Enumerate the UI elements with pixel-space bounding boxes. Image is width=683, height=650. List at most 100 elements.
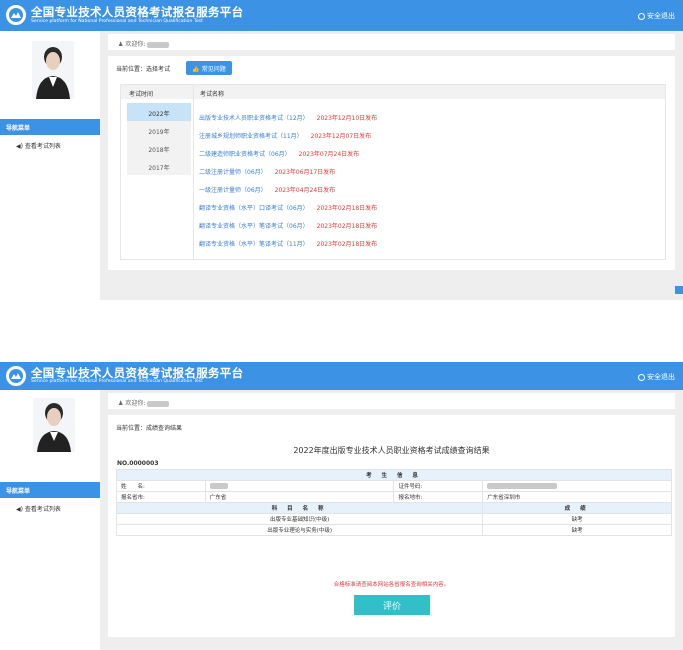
exam-name: 翻译专业资格（水平）口译考试（06月） [199,205,309,212]
exam-link[interactable]: 二级注册计量师（06月） 2023年06月17日发布 [199,167,335,176]
exam-link[interactable]: 一级注册计量师（06月） 2023年04月24日发布 [199,185,335,194]
faq-button[interactable]: 👍 常见问题 [186,61,232,75]
sidebar: 导航菜单 ◀) 查看考试列表 [0,31,100,300]
id-label: 证件号码: [393,480,484,492]
year-tab-2019[interactable]: 2019年 [127,121,191,139]
platform-logo-icon [6,5,26,25]
blurred-username [147,41,170,48]
sidebar-item-exam-list[interactable]: ◀) 查看考试列表 [16,141,61,150]
document-number: NO.0000003 [117,460,159,467]
exam-date: 2023年12月07日发布 [310,133,372,140]
exam-date: 2023年06月17日发布 [274,169,336,176]
exam-name: 翻译专业资格（水平）笔译考试（11月） [199,241,309,248]
user-icon: ♟ [118,400,124,407]
logout-label: 安全退出 [647,12,675,20]
sidebar-item-label: 查看考试列表 [24,143,61,150]
exam-date: 2023年04月24日发布 [274,187,336,194]
exam-list-screen: 全国专业技术人员资格考试报名服务平台 Service platform for … [0,0,683,300]
qualification-notice: 合格标准请查阅本网站各省报名查询相关内容。 [333,582,450,588]
user-icon: ♟ [118,41,124,48]
city-value: 广东省深圳市 [482,491,672,503]
subject-name: 出版专业基础知识(中级) [115,513,484,525]
app-subtitle: Service platform for National Profession… [31,19,203,24]
year-tab-2017[interactable]: 2017年 [127,157,191,175]
exam-date: 2023年02月18日发布 [316,241,378,248]
sidebar-item-exam-list[interactable]: ◀) 查看考试列表 [16,504,61,513]
nav-menu-header: 导航菜单 [0,482,100,498]
subject-header: 科 目 名 称 [115,502,484,514]
subject-score: 缺考 [482,513,672,525]
blurred-username [147,400,170,407]
avatar [33,398,75,452]
exam-name: 一级注册计量师（06月） [199,187,267,194]
top-bar: 全国专业技术人员资格考试报名服务平台 Service platform for … [0,362,683,390]
blurred-name [209,482,228,489]
avatar [32,41,74,99]
speaker-icon: ◀) [16,506,23,513]
exam-name: 出版专业技术人员职业资格考试（12月） [199,115,309,122]
exam-date: 2023年07月24日发布 [298,151,360,158]
nav-menu-title: 导航菜单 [6,488,31,495]
exam-name: 二级建造师职业资格考试（06月） [199,151,291,158]
name-label: 姓 名: [116,480,206,492]
province-value: 广东省 [204,491,395,503]
exam-name: 翻译专业资格（水平）笔译考试（06月） [199,223,309,230]
top-bar: 全国专业技术人员资格考试报名服务平台 Service platform for … [0,0,683,31]
app-title: 全国专业技术人员资格考试报名服务平台 [31,5,244,19]
year-tab-2022[interactable]: 2022年 [127,103,191,121]
year-list: 2022年 2019年 2018年 2017年 [127,103,191,175]
city-label: 报名地市: [393,491,484,503]
exam-name: 二级注册计量师（06月） [199,169,267,176]
app-subtitle: Service platform for National Profession… [31,379,203,384]
sidebar-item-label: 查看考试列表 [24,506,61,513]
scroll-corner [675,286,683,294]
platform-logo-icon [6,366,26,386]
score-header: 成 绩 [482,502,672,514]
exam-link[interactable]: 翻译专业资格（水平）笔译考试（06月） 2023年02月18日发布 [199,221,377,230]
exam-link[interactable]: 翻译专业资格（水平）笔译考试（11月） 2023年02月18日发布 [199,239,377,248]
score-table: 考 生 信 息 姓 名: 证件号码: 报名省市: 广东省 报名地市: 广东省深圳… [115,469,672,536]
result-card: 当前位置：成绩查询结果 2022年度出版专业技术人员职业资格考试成绩查询结果 N… [108,415,675,637]
exam-table: 考试时间 考试名称 2022年 2019年 2018年 2017年 出版专业技术… [120,84,666,260]
nav-menu-header: 导航菜单 [0,119,100,135]
main-content: ♟ 欢迎你: 当前位置：成绩查询结果 2022年度出版专业技术人员职业资格考试成… [100,390,683,650]
faq-button-label: 常见问题 [201,66,226,73]
exam-card: 当前位置：选择考试 👍 常见问题 考试时间 考试名称 2022年 2019年 2… [108,56,675,270]
welcome-bar: ♟ 欢迎你: [108,393,675,409]
nav-menu-title: 导航菜单 [6,125,31,132]
column-divider [193,85,194,259]
evaluate-button[interactable]: 评价 [354,595,430,615]
logout-button[interactable]: 安全退出 [638,11,675,21]
exam-name: 注册城乡规划师职业资格考试（11月） [199,133,303,140]
speaker-icon: ◀) [16,143,23,150]
exam-link[interactable]: 翻译专业资格（水平）口译考试（06月） 2023年02月18日发布 [199,203,377,212]
logout-button[interactable]: 安全退出 [638,372,675,382]
exam-link[interactable]: 二级建造师职业资格考试（06月） 2023年07月24日发布 [199,149,359,158]
province-label: 报名省市: [116,491,206,503]
logout-label: 安全退出 [647,373,675,381]
power-icon [638,373,645,381]
score-result-screen: 全国专业技术人员资格考试报名服务平台 Service platform for … [0,362,683,650]
col-exam-time: 考试时间 [129,91,154,98]
main-content: ♟ 欢迎你: 当前位置：选择考试 👍 常见问题 考试时间 考试名称 2022年 … [100,31,683,300]
blurred-id-number [487,482,558,489]
exam-link[interactable]: 注册城乡规划师职业资格考试（11月） 2023年12月07日发布 [199,131,371,140]
exam-link[interactable]: 出版专业技术人员职业资格考试（12月） 2023年12月10日发布 [199,113,377,122]
subject-name: 出版专业理论与实务(中级) [115,524,484,536]
thumb-icon: 👍 [192,66,200,73]
welcome-label: 欢迎你: [125,400,146,407]
welcome-bar: ♟ 欢迎你: [108,34,675,50]
col-exam-name: 考试名称 [200,91,225,98]
exam-date: 2023年02月18日发布 [316,205,378,212]
breadcrumb: 当前位置：成绩查询结果 [116,425,183,432]
name-value [204,480,395,492]
section-candidate-info: 考 生 信 息 [116,469,672,481]
result-title: 2022年度出版专业技术人员职业资格考试成绩查询结果 [293,446,490,455]
exam-table-header: 考试时间 考试名称 [121,85,665,99]
year-tab-2018[interactable]: 2018年 [127,139,191,157]
exam-date: 2023年12月10日发布 [316,115,378,122]
welcome-label: 欢迎你: [125,41,146,48]
power-icon [638,12,645,20]
id-value [482,480,672,492]
subject-score: 缺考 [482,524,672,536]
